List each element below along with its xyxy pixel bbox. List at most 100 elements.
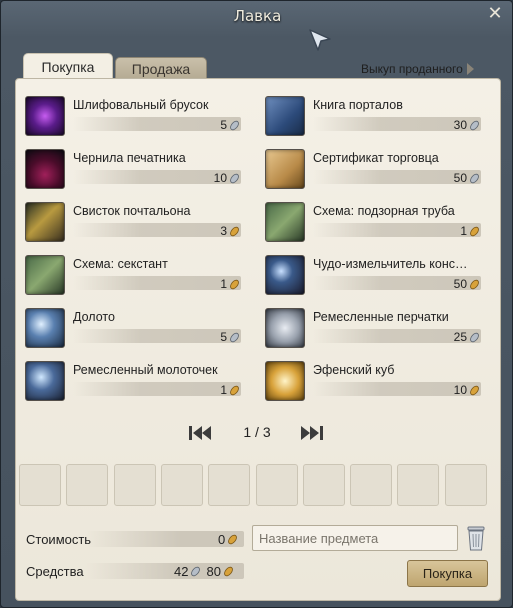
cost-amount: 0 <box>218 532 238 547</box>
item-price: 30 <box>454 118 480 132</box>
tab-sell[interactable]: Продажа <box>115 57 207 79</box>
item-price-value: 50 <box>453 171 467 185</box>
item-name: Долото <box>73 310 115 324</box>
pagination: 1 / 3 <box>186 424 326 444</box>
item-price: 10 <box>454 383 480 397</box>
ink-bottle-icon <box>25 149 65 189</box>
item-name: Чудо-измельчитель конс… <box>313 257 468 271</box>
gold-coin-icon <box>228 534 238 545</box>
last-page-icon[interactable] <box>298 424 326 442</box>
chevron-right-icon <box>466 63 474 75</box>
gold-coin-icon <box>230 226 239 236</box>
buyback-link[interactable]: Выкуп проданного <box>361 59 474 79</box>
item-price-value: 1 <box>220 383 227 397</box>
item-price-bar <box>313 223 481 237</box>
item-price-value: 10 <box>213 171 227 185</box>
silver-coin-icon <box>230 120 239 130</box>
shop-item[interactable]: Книга порталов 30 <box>265 96 497 144</box>
shop-item[interactable]: Ремесленные перчатки 25 <box>265 308 497 356</box>
silver-coin-icon <box>470 173 479 183</box>
item-price: 1 <box>220 383 240 397</box>
window-title: Лавка <box>233 7 282 25</box>
cart-slot[interactable] <box>160 464 203 506</box>
item-price: 5 <box>220 118 240 132</box>
silver-coin-icon <box>470 120 479 130</box>
cart-slot[interactable] <box>397 464 440 506</box>
item-price: 1 <box>460 224 480 238</box>
mouse-cursor-icon <box>309 29 331 51</box>
gold-coin-icon <box>470 279 479 289</box>
item-price-value: 50 <box>453 277 467 291</box>
item-name: Схема: секстант <box>73 257 168 271</box>
cart-slot[interactable] <box>255 464 298 506</box>
blueprint-icon <box>25 255 65 295</box>
shop-item[interactable]: Схема: подзорная труба 1 <box>265 202 497 250</box>
item-price-value: 30 <box>453 118 467 132</box>
item-price-bar <box>73 276 241 290</box>
cart-slot[interactable] <box>350 464 393 506</box>
cost-label: Стоимость <box>26 532 92 547</box>
certificate-icon <box>265 149 305 189</box>
item-price: 1 <box>220 277 240 291</box>
silver-coin-icon <box>470 332 479 342</box>
gold-coin-icon <box>470 226 479 236</box>
item-price-bar <box>73 223 241 237</box>
funds-amount: 42 80 <box>174 564 234 579</box>
tab-buy[interactable]: Покупка <box>23 53 113 79</box>
shop-item[interactable]: Чернила печатника 10 <box>25 149 257 197</box>
item-price-bar <box>73 117 241 131</box>
cart-slot[interactable] <box>19 464 61 506</box>
buyback-label: Выкуп проданного <box>361 62 463 76</box>
shop-item[interactable]: Свисток почтальона 3 <box>25 202 257 250</box>
page-indicator: 1 / 3 <box>243 424 271 440</box>
shop-item[interactable]: Чудо-измельчитель конс… 50 <box>265 255 497 303</box>
portal-book-icon <box>265 96 305 136</box>
item-price: 50 <box>454 277 480 291</box>
chisel-icon <box>25 308 65 348</box>
item-name: Свисток почтальона <box>73 204 191 218</box>
item-price: 10 <box>214 171 240 185</box>
item-name: Ремесленные перчатки <box>313 310 449 324</box>
cart-slot[interactable] <box>444 464 487 506</box>
item-price: 50 <box>454 171 480 185</box>
grinder-icon <box>265 255 305 295</box>
cart-slot[interactable] <box>66 464 109 506</box>
blueprint-icon <box>265 202 305 242</box>
close-icon[interactable]: ✕ <box>486 4 504 22</box>
item-price-value: 1 <box>460 224 467 238</box>
shop-item[interactable]: Эфенский куб 10 <box>265 361 497 409</box>
shop-item[interactable]: Долото 5 <box>25 308 257 356</box>
item-price: 25 <box>454 330 480 344</box>
item-price-value: 10 <box>453 383 467 397</box>
item-price-value: 1 <box>220 277 227 291</box>
gloves-icon <box>265 308 305 348</box>
shop-item[interactable]: Сертификат торговца 50 <box>265 149 497 197</box>
hammer-icon <box>25 361 65 401</box>
gold-coin-icon <box>470 385 479 395</box>
item-name: Ремесленный молоточек <box>73 363 218 377</box>
shop-item[interactable]: Шлифовальный брусок 5 <box>25 96 257 144</box>
first-page-icon[interactable] <box>186 424 214 442</box>
item-price-value: 5 <box>220 118 227 132</box>
silver-coin-icon <box>230 332 239 342</box>
shop-item[interactable]: Схема: секстант 1 <box>25 255 257 303</box>
item-name: Сертификат торговца <box>313 151 439 165</box>
item-price: 5 <box>220 330 240 344</box>
whistle-icon <box>25 202 65 242</box>
item-name: Эфенский куб <box>313 363 395 377</box>
cart-slot[interactable] <box>302 464 345 506</box>
cost-value: 0 <box>218 532 226 547</box>
item-name: Шлифовальный брусок <box>73 98 209 112</box>
item-search-input[interactable] <box>252 525 458 551</box>
cart-slot[interactable] <box>113 464 156 506</box>
buy-button[interactable]: Покупка <box>407 560 488 587</box>
funds-label: Средства <box>26 564 84 579</box>
item-price-value: 5 <box>220 330 227 344</box>
item-price-bar <box>73 329 241 343</box>
gold-coin-icon <box>230 385 239 395</box>
shop-item[interactable]: Ремесленный молоточек 1 <box>25 361 257 409</box>
gold-coin-icon <box>224 566 233 577</box>
trash-icon[interactable] <box>464 524 488 552</box>
silver-coin-icon <box>191 566 201 577</box>
cart-slot[interactable] <box>208 464 251 506</box>
